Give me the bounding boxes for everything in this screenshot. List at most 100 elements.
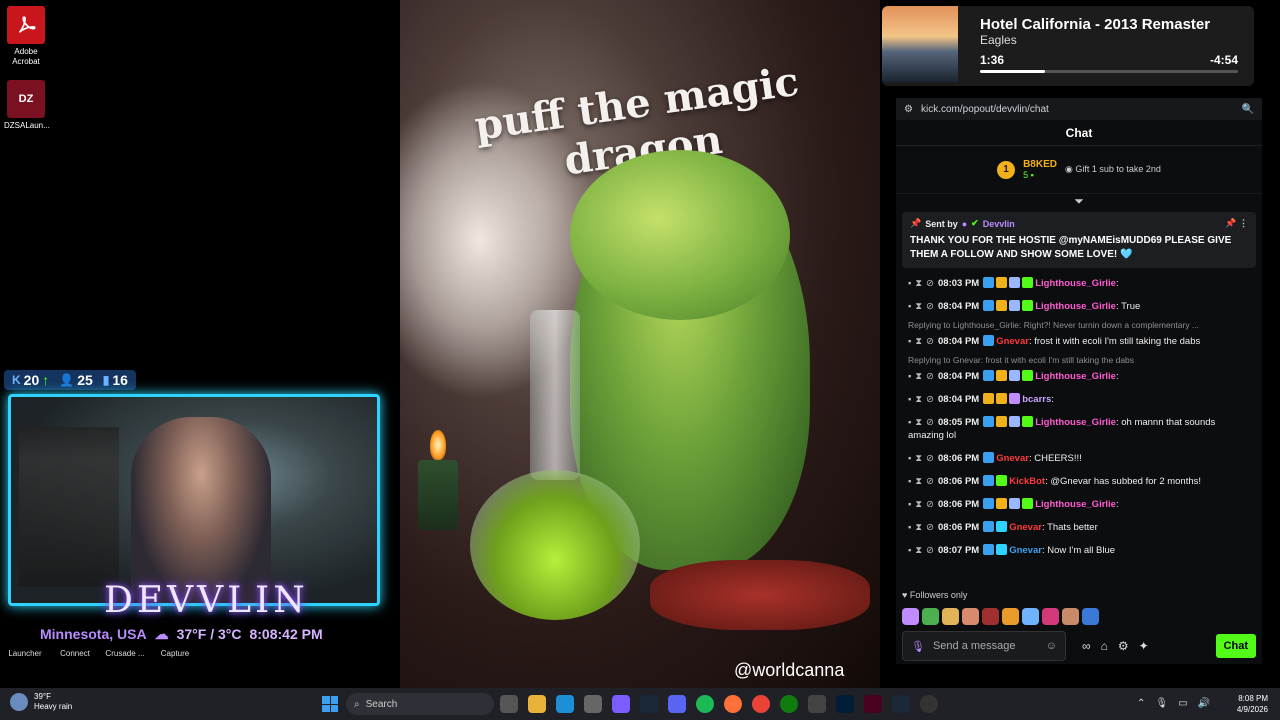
spotify-icon[interactable]	[696, 695, 714, 713]
message-username[interactable]: Lighthouse_Girlie	[1035, 371, 1116, 382]
firefox-icon[interactable]	[724, 695, 742, 713]
ban-icon[interactable]: ⊘	[926, 371, 934, 382]
pin-toggle-icon[interactable]: 📌 ⋮	[1225, 218, 1248, 229]
emote-icon[interactable]	[1062, 608, 1079, 625]
ban-icon[interactable]: ⊘	[926, 394, 934, 405]
pin-action-icon[interactable]: ▪	[908, 499, 911, 510]
copilot-icon[interactable]	[612, 695, 630, 713]
pin-action-icon[interactable]: ▪	[908, 545, 911, 556]
chat-message[interactable]: ▪ ⧗ ⊘ 08:04 PM Lighthouse_Girlie:	[902, 365, 1256, 388]
ban-icon[interactable]: ⊘	[926, 453, 934, 464]
emote-icon[interactable]	[902, 608, 919, 625]
ban-icon[interactable]: ⊘	[926, 522, 934, 533]
file-explorer-icon[interactable]	[528, 695, 546, 713]
shortcut-launcher[interactable]: Launcher	[0, 640, 50, 662]
pinned-author[interactable]: Devvlin	[983, 219, 1015, 229]
ban-icon[interactable]: ⊘	[926, 336, 934, 347]
message-username[interactable]: Lighthouse_Girlie	[1035, 417, 1116, 428]
chat-message[interactable]: ▪ ⧗ ⊘ 08:05 PM Lighthouse_Girlie: oh mannn t…	[902, 411, 1256, 447]
message-username[interactable]: Lighthouse_Girlie	[1035, 499, 1116, 510]
emote-icon[interactable]	[922, 608, 939, 625]
start-button[interactable]	[322, 696, 338, 712]
message-username[interactable]: Gnevar	[1009, 522, 1042, 533]
pin-action-icon[interactable]: ▪	[908, 336, 911, 347]
message-username[interactable]: Gnevar	[996, 336, 1029, 347]
timeout-icon[interactable]: ⧗	[915, 394, 922, 405]
chevron-up-icon[interactable]: ⌃	[1137, 698, 1145, 709]
indesign-icon[interactable]	[864, 695, 882, 713]
pin-action-icon[interactable]: ▪	[908, 453, 911, 464]
message-username[interactable]: bcarrs	[1022, 394, 1051, 405]
leader-name[interactable]: B8KED	[1023, 159, 1057, 170]
timeout-icon[interactable]: ⧗	[915, 453, 922, 464]
shortcut-crusade[interactable]: Crusade ...	[100, 640, 150, 662]
chat-message[interactable]: ▪ ⧗ ⊘ 08:06 PM Gnevar: CHEERS!!!	[902, 447, 1256, 470]
store-icon[interactable]: ⌂	[1101, 639, 1108, 653]
shortcut-connect[interactable]: Connect	[50, 640, 100, 662]
timeout-icon[interactable]: ⧗	[915, 476, 922, 487]
infinity-icon[interactable]: ∞	[1082, 639, 1091, 653]
gift-prompt[interactable]: ◉ Gift 1 sub to take 2nd	[1065, 164, 1161, 175]
desktop-icon-acrobat[interactable]: Adobe Acrobat	[4, 6, 48, 67]
photoshop-icon[interactable]	[836, 695, 854, 713]
ban-icon[interactable]: ⊘	[926, 545, 934, 556]
taskbar-search[interactable]: ⌕ Search	[346, 693, 494, 715]
timeout-icon[interactable]: ⧗	[915, 336, 922, 347]
obs-icon[interactable]	[920, 695, 938, 713]
task-view-icon[interactable]	[500, 695, 518, 713]
pin-action-icon[interactable]: ▪	[908, 371, 911, 382]
chat-message[interactable]: ▪ ⧗ ⊘ 08:04 PM Lighthouse_Girlie: True	[902, 295, 1256, 318]
pin-action-icon[interactable]: ▪	[908, 278, 911, 289]
url-bar[interactable]: ⚙ kick.com/popout/devvlin/chat 🔍	[896, 98, 1262, 120]
chat-message[interactable]: ▪ ⧗ ⊘ 08:07 PM Gnevar: Now I'm all Blue	[902, 539, 1256, 562]
store-app-icon[interactable]	[584, 695, 602, 713]
timeout-icon[interactable]: ⧗	[915, 417, 922, 428]
ban-icon[interactable]: ⊘	[926, 301, 934, 312]
weather-widget[interactable]: 39°F Heavy rain	[10, 692, 72, 712]
timeout-icon[interactable]: ⧗	[915, 499, 922, 510]
mic-icon[interactable]: 🎙	[911, 640, 925, 653]
pin-action-icon[interactable]: ▪	[908, 394, 911, 405]
chat-message[interactable]: ▪ ⧗ ⊘ 08:06 PM KickBot: @Gnevar has subbed f…	[902, 470, 1256, 493]
chat-message[interactable]: ▪ ⧗ ⊘ 08:06 PM Gnevar: Thats better	[902, 516, 1256, 539]
pin-action-icon[interactable]: ▪	[908, 522, 911, 533]
ban-icon[interactable]: ⊘	[926, 499, 934, 510]
ban-icon[interactable]: ⊘	[926, 476, 934, 487]
emote-icon[interactable]	[962, 608, 979, 625]
discord-icon[interactable]	[668, 695, 686, 713]
timeout-icon[interactable]: ⧗	[915, 545, 922, 556]
timeout-icon[interactable]: ⧗	[915, 301, 922, 312]
chat-message[interactable]: ▪ ⧗ ⊘ 08:06 PM Lighthouse_Girlie:	[902, 493, 1256, 516]
emote-icon[interactable]	[942, 608, 959, 625]
emote-icon[interactable]	[982, 608, 999, 625]
ban-icon[interactable]: ⊘	[926, 278, 934, 289]
message-username[interactable]: Lighthouse_Girlie	[1035, 301, 1116, 312]
volume-icon[interactable]: 🔊	[1198, 698, 1210, 709]
pin-action-icon[interactable]: ▪	[908, 417, 911, 428]
edge-icon[interactable]	[556, 695, 574, 713]
chrome-icon[interactable]	[752, 695, 770, 713]
mic-tray-icon[interactable]: 🎙	[1155, 698, 1168, 709]
emote-icon[interactable]	[1002, 608, 1019, 625]
snipping-tool-icon[interactable]	[808, 695, 826, 713]
emoji-icon[interactable]: ☺	[1046, 640, 1057, 652]
send-chat-button[interactable]: Chat	[1215, 634, 1256, 658]
emote-icon[interactable]	[1022, 608, 1039, 625]
message-username[interactable]: Gnevar	[1009, 545, 1042, 556]
chat-message[interactable]: ▪ ⧗ ⊘ 08:03 PM Lighthouse_Girlie:	[902, 272, 1256, 295]
timeout-icon[interactable]: ⧗	[915, 278, 922, 289]
filter-icon[interactable]: ⏷	[896, 194, 1262, 208]
site-settings-icon[interactable]: ⚙	[904, 104, 913, 115]
taskbar-clock[interactable]: 8:08 PM 4/9/2026	[1237, 693, 1268, 715]
badge-icon[interactable]: ✦	[1139, 639, 1149, 653]
message-username[interactable]: Gnevar	[996, 453, 1029, 464]
ban-icon[interactable]: ⊘	[926, 417, 934, 428]
timeout-icon[interactable]: ⧗	[915, 522, 922, 533]
emote-icon[interactable]	[1082, 608, 1099, 625]
xbox-icon[interactable]	[780, 695, 798, 713]
pin-action-icon[interactable]: ▪	[908, 476, 911, 487]
network-icon[interactable]: ▭	[1178, 698, 1187, 709]
emote-icon[interactable]	[1042, 608, 1059, 625]
pin-action-icon[interactable]: ▪	[908, 301, 911, 312]
gear-icon[interactable]: ⚙	[1118, 639, 1129, 653]
